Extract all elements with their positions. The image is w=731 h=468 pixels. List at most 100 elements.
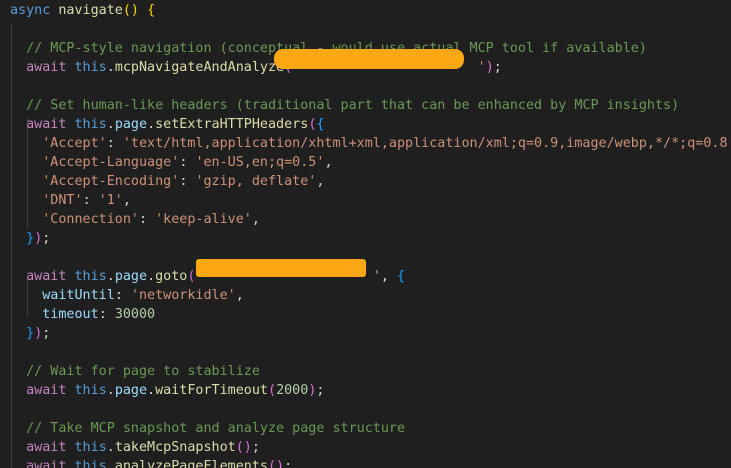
code-token: page [114, 383, 148, 398]
code-token: { [397, 269, 406, 284]
code-token: . [106, 117, 115, 132]
code-token: 'keep-alive' [155, 212, 252, 227]
code-token: . [106, 440, 115, 455]
code-token: , [235, 288, 244, 303]
code-token: 'gzip, deflate' [195, 174, 317, 189]
code-token: . [106, 269, 115, 284]
code-token: takeMcpSnapshot [114, 440, 236, 455]
code-token: this [74, 269, 107, 284]
code-token: 'Accept-Language' [42, 155, 180, 170]
code-token: page [114, 117, 148, 132]
code-token: : [179, 155, 196, 170]
code-line: }); [10, 324, 50, 343]
code-token: ; [251, 440, 260, 455]
code-token: this [74, 117, 107, 132]
code-token: ; [493, 60, 502, 75]
code-line: timeout: 30000 [10, 305, 155, 324]
code-token: timeout [42, 307, 99, 322]
code-token: } [26, 326, 35, 341]
code-token: 'Connection' [42, 212, 139, 227]
code-line: 'Accept-Language': 'en-US,en;q=0.5', [10, 153, 333, 172]
code-line: waitUntil: 'networkidle', [10, 286, 244, 305]
code-token: await [26, 60, 67, 75]
code-token: : [139, 212, 156, 227]
code-token: // Set human-like headers (traditional p… [10, 98, 680, 113]
code-token: , [122, 193, 131, 208]
code-token: waitUntil [42, 288, 115, 303]
code-token: 'text/html,application/xhtml+xml,applica… [122, 136, 731, 151]
code-line: await this.page.setExtraHTTPHeaders({ [10, 115, 324, 134]
code-token: this [74, 383, 107, 398]
code-token: await [26, 117, 67, 132]
code-token: 'Accept' [42, 136, 107, 151]
code-token: this [74, 459, 107, 468]
code-token: 2000 [276, 383, 309, 398]
code-token: : [179, 174, 196, 189]
code-token: . [106, 60, 115, 75]
code-token: () [235, 440, 252, 455]
code-token: mcpNavigateAndAnalyze [114, 60, 285, 75]
code-token: ; [42, 326, 51, 341]
code-token: ; [284, 459, 293, 468]
redaction-mark [274, 49, 464, 69]
code-token: . [147, 269, 156, 284]
code-token: , [324, 155, 333, 170]
code-token: ; [316, 383, 325, 398]
code-line: // Set human-like headers (traditional p… [10, 96, 679, 115]
code-token: . [106, 459, 115, 468]
code-token: navigate [58, 3, 123, 18]
code-token: this [74, 440, 107, 455]
code-token: , [380, 269, 397, 284]
code-token: { [147, 3, 156, 18]
code-token: 'networkidle' [130, 288, 236, 303]
code-line: async navigate() { [10, 1, 155, 20]
code-token: await [26, 459, 67, 468]
code-token: analyzePageElements [114, 459, 268, 468]
code-line: await this.analyzePageElements(); [10, 457, 292, 468]
code-token: { [316, 117, 325, 132]
code-line: // Take MCP snapshot and analyze page st… [10, 419, 405, 438]
code-token: // Take MCP snapshot and analyze page st… [10, 421, 406, 436]
code-token: page [114, 269, 148, 284]
code-token: . [106, 383, 115, 398]
code-token: goto [155, 269, 188, 284]
code-token: . [147, 117, 156, 132]
code-token: 'Accept-Encoding' [42, 174, 180, 189]
code-line: 'DNT': '1', [10, 191, 131, 210]
code-token: await [26, 383, 67, 398]
code-token: waitForTimeout [155, 383, 268, 398]
code-token: () [268, 459, 285, 468]
code-token: async [10, 3, 51, 18]
redaction-mark [196, 259, 366, 277]
code-token: , [251, 212, 260, 227]
code-token: await [26, 440, 67, 455]
code-line: await this.takeMcpSnapshot(); [10, 438, 260, 457]
code-line: await this.page.waitForTimeout(2000); [10, 381, 324, 400]
code-token: 'en-US,en;q=0.5' [195, 155, 325, 170]
code-token: ' [477, 60, 486, 75]
code-token: this [74, 60, 107, 75]
code-token: 'DNT' [42, 193, 83, 208]
code-token: . [147, 383, 156, 398]
code-editor[interactable]: async navigate() { // MCP-style navigati… [0, 0, 731, 468]
code-token: ; [42, 231, 51, 246]
code-token: await [26, 269, 67, 284]
